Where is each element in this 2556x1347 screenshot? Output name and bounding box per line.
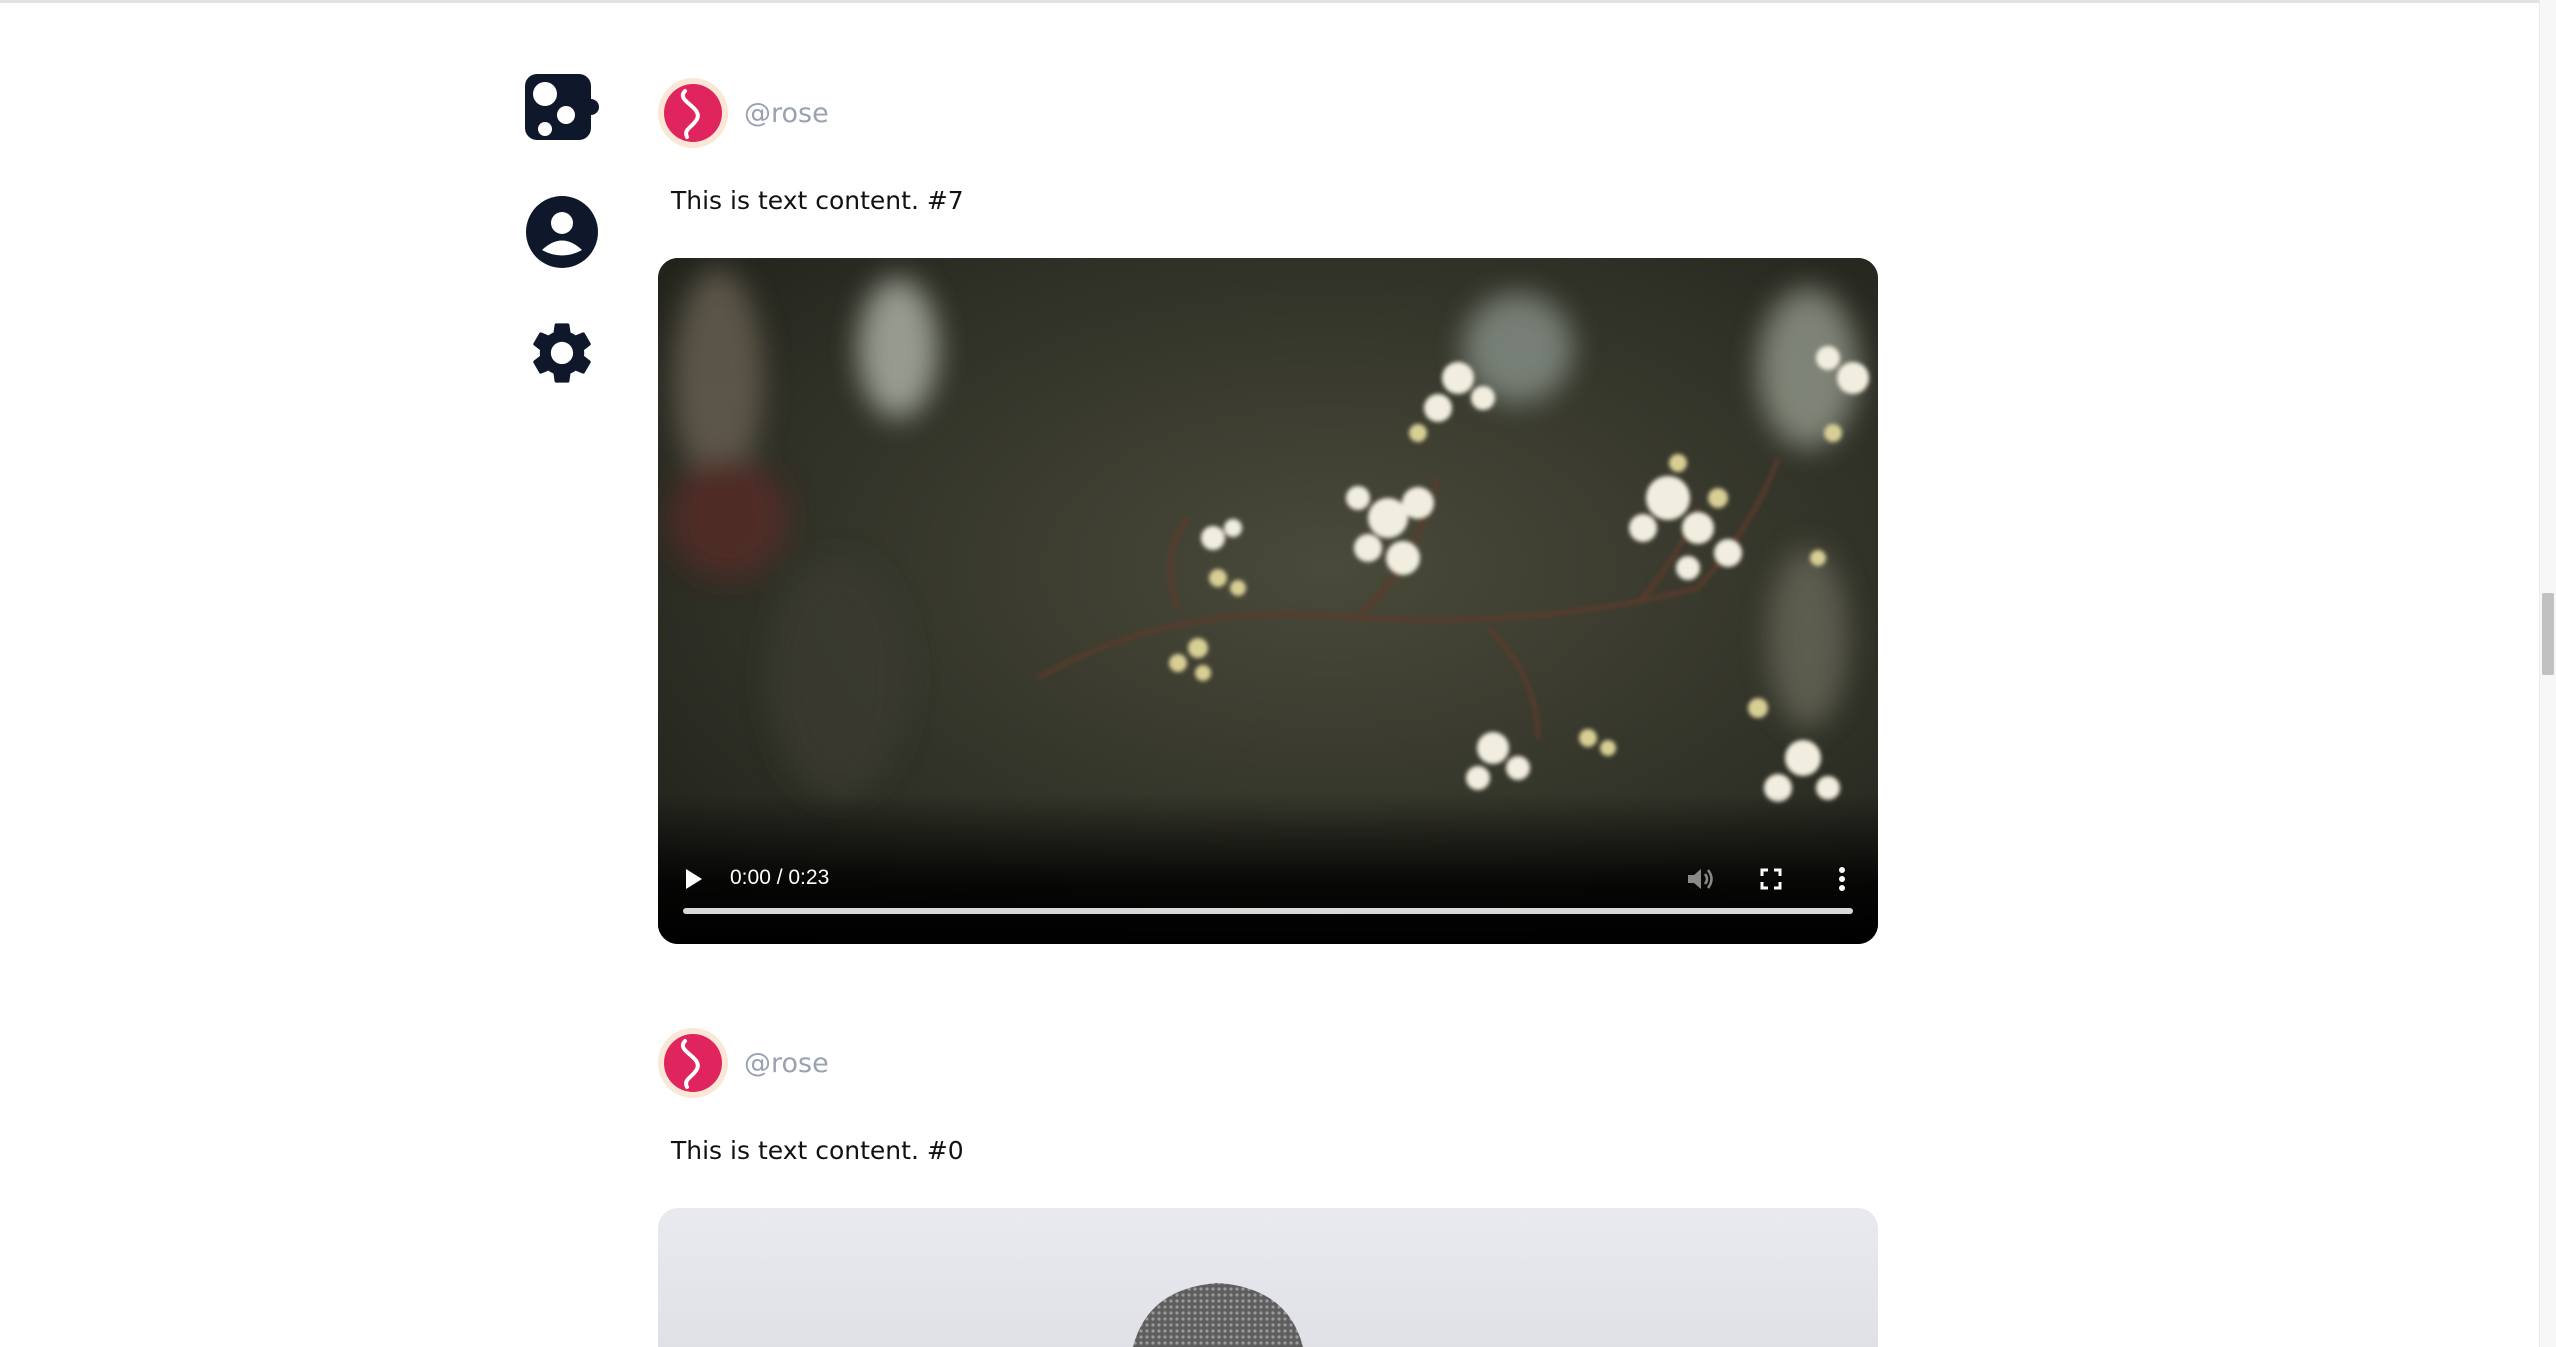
avatar-logo-icon xyxy=(664,84,722,142)
video-controls: 0:00 / 0:23 xyxy=(658,794,1878,944)
avatar[interactable] xyxy=(658,1028,728,1098)
nav-settings[interactable] xyxy=(523,314,601,392)
post-header: @rose xyxy=(658,1028,829,1098)
fullscreen-icon xyxy=(1760,868,1782,890)
post-image[interactable] xyxy=(658,1208,1878,1347)
avatar[interactable] xyxy=(658,78,728,148)
post-text: This is text content. #0 xyxy=(671,1136,964,1165)
post-header: @rose xyxy=(658,78,829,148)
top-border xyxy=(0,0,2540,3)
video-progress-bar[interactable] xyxy=(683,908,1853,914)
video-time: 0:00 / 0:23 xyxy=(730,866,830,889)
volume-icon xyxy=(1688,869,1713,889)
mute-button[interactable] xyxy=(1686,866,1714,897)
play-icon xyxy=(686,869,702,889)
more-vertical-icon xyxy=(1839,867,1845,891)
username[interactable]: @rose xyxy=(744,98,829,129)
profile-icon xyxy=(526,196,598,268)
nav-profile[interactable] xyxy=(523,193,601,271)
video-player[interactable]: 0:00 / 0:23 xyxy=(658,258,1878,944)
more-options-button[interactable] xyxy=(1838,866,1846,897)
scrollbar[interactable] xyxy=(2539,0,2556,1347)
post-image-photo xyxy=(1133,1283,1303,1347)
nav-home-dice[interactable] xyxy=(523,68,601,146)
scrollbar-thumb[interactable] xyxy=(2542,593,2554,675)
avatar-logo-icon xyxy=(664,1034,722,1092)
settings-gear-icon xyxy=(533,323,591,383)
play-button[interactable] xyxy=(684,868,704,895)
post-text: This is text content. #7 xyxy=(671,186,964,215)
dice-icon xyxy=(525,74,599,140)
fullscreen-button[interactable] xyxy=(1760,868,1782,895)
username[interactable]: @rose xyxy=(744,1048,829,1079)
